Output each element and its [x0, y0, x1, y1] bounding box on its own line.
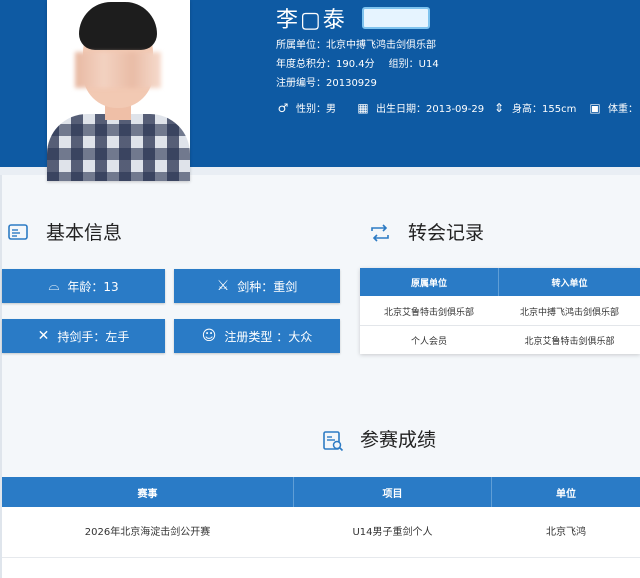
cake-icon: ⌓ — [48, 278, 60, 294]
age-button[interactable]: ⌓ 年龄：13 — [2, 269, 165, 303]
results-table: 赛事 项目 单位 2026年北京海淀击剑公开赛 U14男子重剑个人 北京飞鸿 — [2, 477, 640, 578]
results-header-unit: 单位 — [492, 477, 640, 507]
age-group: 组别：U14 — [388, 59, 439, 70]
results-document-icon — [322, 430, 344, 452]
transfer-record-title: 转会记录 — [408, 222, 485, 244]
weapon-button[interactable]: ⚔ 剑种：重剑 — [174, 269, 340, 303]
table-cell: 个人会员 — [410, 336, 447, 347]
transfer-header-from: 原属单位 — [360, 268, 499, 296]
user-icon: ☺ — [201, 328, 217, 344]
calendar-icon: ▦ — [357, 101, 369, 115]
transfer-arrows-icon — [369, 223, 391, 243]
table-cell: 2026年北京海淀击剑公开赛 — [84, 526, 211, 538]
stat-birth: ▦ 出生日期：2013-09-29 — [357, 101, 485, 115]
results-header-item: 项目 — [294, 477, 492, 507]
annual-points: 年度总积分：190.4分 — [276, 59, 375, 70]
table-cell: 北京艾鲁特击剑俱乐部 — [383, 307, 474, 318]
person-height-icon: ⇕ — [493, 101, 505, 115]
scale-icon: ▣ — [589, 101, 601, 115]
affiliation-line: 所属单位：北京中搏飞鸿击剑俱乐部 — [276, 40, 436, 51]
stat-weight: ▣ 体重： — [589, 101, 638, 115]
basic-info-title: 基本信息 — [46, 222, 123, 244]
registration-number: 注册编号：20130929 — [276, 78, 377, 89]
face-blur — [75, 52, 161, 88]
stat-height: ⇕ 身高：155cm — [493, 101, 577, 115]
points-group-line: 年度总积分：190.4分 组别：U14 — [276, 55, 439, 70]
fencer-icon: ⚔ — [216, 278, 230, 294]
name-badge — [362, 7, 430, 29]
results-title: 参赛成绩 — [360, 429, 437, 451]
results-header-event: 赛事 — [2, 477, 294, 507]
gender-icon: ♂ — [277, 101, 289, 115]
crossed-swords-icon: ✕ — [37, 328, 50, 344]
stat-gender: ♂ 性别：男 — [277, 101, 336, 115]
hand-button[interactable]: ✕ 持剑手：左手 — [2, 319, 165, 353]
table-cell: U14男子重剑个人 — [352, 526, 433, 538]
table-cell: 北京中搏飞鸿击剑俱乐部 — [519, 307, 619, 318]
transfer-table: 原属单位 转入单位 北京艾鲁特击剑俱乐部 北京中搏飞鸿击剑俱乐部 个人会员 北京… — [360, 268, 640, 354]
athlete-photo — [47, 0, 190, 181]
table-cell: 北京艾鲁特击剑俱乐部 — [524, 336, 615, 347]
athlete-name: 李▢泰 — [276, 8, 347, 33]
table-cell: 北京飞鸿 — [546, 526, 586, 538]
transfer-header-to: 转入单位 — [499, 268, 640, 296]
registration-type-button[interactable]: ☺ 注册类型 ：大众 — [174, 319, 340, 353]
id-card-icon — [8, 222, 30, 242]
